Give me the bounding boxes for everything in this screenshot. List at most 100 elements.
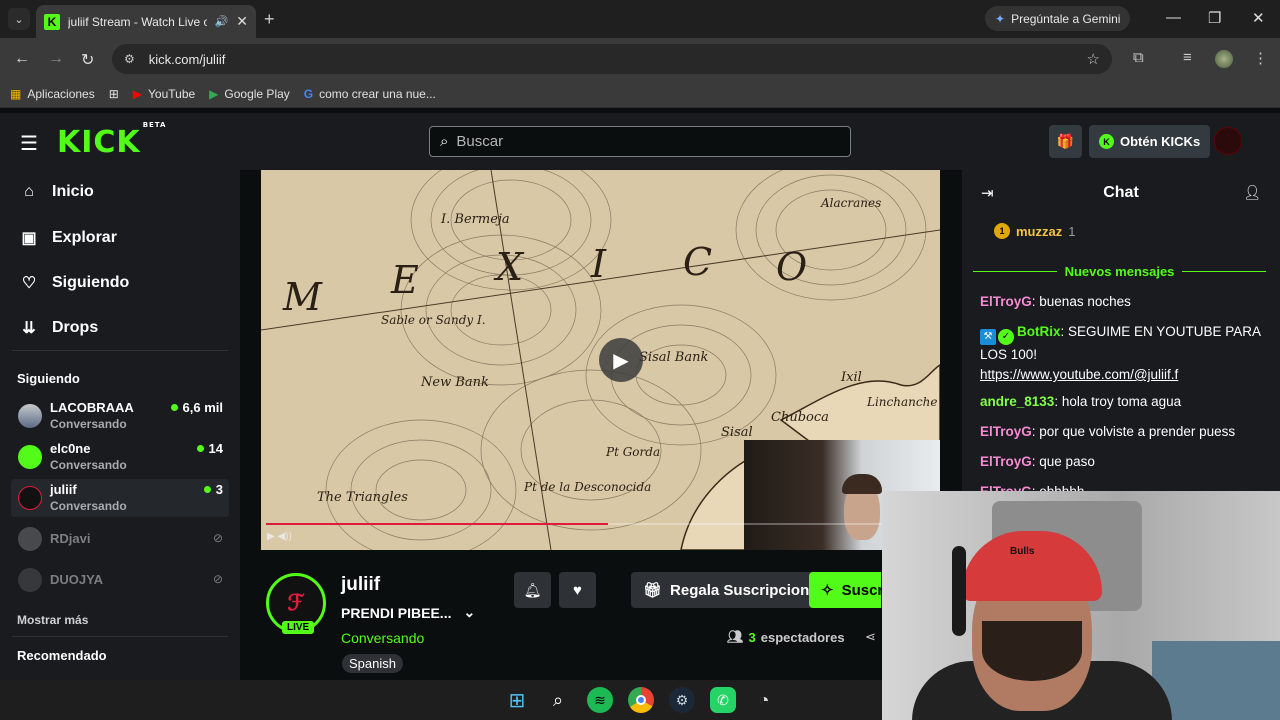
show-more-link[interactable]: Mostrar más	[17, 613, 88, 627]
play-button[interactable]: ▶	[599, 338, 643, 382]
video-controls[interactable]: ▶ ◀))	[267, 531, 292, 542]
url-field[interactable]: ⚙ kick.com/juliif ☆	[112, 44, 1112, 74]
followed-channel[interactable]: DUOJYA ⊘	[11, 561, 229, 599]
search-icon[interactable]: ⌕	[545, 687, 571, 713]
language-tag[interactable]: Spanish	[342, 654, 403, 673]
get-kicks-button[interactable]: K Obtén KICKs	[1089, 125, 1211, 158]
user-avatar[interactable]	[1214, 127, 1242, 155]
avatar	[18, 404, 42, 428]
steam-icon[interactable]: ⚙	[669, 687, 695, 713]
recommended-title: Recomendado	[17, 648, 107, 663]
new-tab-icon[interactable]: +	[264, 9, 275, 30]
followed-channel[interactable]: RDjavi ⊘	[11, 520, 229, 558]
notifications-button[interactable]: 🔔︎	[514, 572, 551, 608]
followed-channel[interactable]: LACOBRAAA Conversando 6,6 mil	[11, 397, 229, 435]
bookmark-star-icon[interactable]: ☆	[1087, 50, 1100, 68]
tab-title: juliif Stream - Watch Live on Kick	[67, 14, 207, 29]
maximize-icon[interactable]: ❐	[1208, 9, 1221, 27]
avatar	[18, 568, 42, 592]
youtube-icon: ▶	[132, 86, 143, 101]
whatsapp-icon[interactable]: ✆	[710, 687, 736, 713]
viewer-count: 3	[215, 482, 223, 497]
stream-category[interactable]: Conversando	[341, 630, 424, 646]
share-icon[interactable]: ⋖	[865, 629, 876, 645]
minimize-icon[interactable]: —	[1166, 9, 1181, 26]
chat-username[interactable]: ElTroyG	[980, 294, 1032, 309]
chat-username[interactable]: ElTroyG	[980, 424, 1032, 439]
map-label: Sisal	[721, 425, 753, 440]
nav-label: Inicio	[52, 183, 94, 200]
follow-button[interactable]: ♥	[559, 572, 596, 608]
window-close-icon[interactable]: ✕	[1252, 9, 1265, 27]
divider	[12, 350, 228, 351]
beta-label: BETA	[142, 121, 167, 129]
hamburger-menu-icon[interactable]: ☰	[20, 131, 38, 156]
tab-close-icon[interactable]: ✕	[236, 13, 248, 30]
map-label: Sisal Bank	[639, 350, 709, 365]
gemini-button[interactable]: ✦ Pregúntale a Gemini	[985, 6, 1131, 31]
chat-username[interactable]: BotRix	[1017, 324, 1061, 339]
chat-message: ElTroyG: buenas noches	[980, 294, 1131, 309]
gifter-name: muzzaz	[1016, 223, 1063, 239]
tab-search-chevron-icon[interactable]: ⌄	[8, 8, 30, 30]
map-label: The Triangles	[317, 490, 408, 505]
site-info-icon[interactable]: ⚙	[124, 52, 135, 66]
top-gifter[interactable]: 1 muzzaz 1	[994, 223, 1075, 239]
media-control-icon[interactable]: ≡	[1183, 49, 1192, 66]
bookmark-apps[interactable]: ▦ Aplicaciones	[10, 87, 95, 101]
profile-avatar[interactable]	[1215, 50, 1233, 68]
map-label: Alacranes	[821, 196, 882, 210]
spotify-icon[interactable]: ≋	[587, 687, 613, 713]
search-input[interactable]	[456, 133, 817, 150]
stream-title-row[interactable]: PRENDI PIBEE... ⌄	[341, 604, 475, 621]
browser-menu-icon[interactable]: ⋮	[1253, 49, 1268, 67]
app-icon[interactable]: ◔	[751, 687, 777, 713]
browser-tab[interactable]: K juliif Stream - Watch Live on Kick 🔊 ✕	[36, 5, 256, 38]
video-player[interactable]: M E X I C O I. Bermeja Alacranes Sable o…	[261, 170, 940, 550]
chevron-down-icon[interactable]: ⌄	[463, 604, 475, 621]
chat-users-icon[interactable]: 👤︎	[1243, 184, 1261, 201]
drops-inventory-button[interactable]: 🎁	[1049, 125, 1082, 158]
live-dot-icon	[170, 404, 178, 411]
search-box[interactable]: ⌕	[429, 126, 851, 157]
bookmark-youtube[interactable]: ▶ YouTube	[133, 87, 195, 101]
sidebar-item-explorar[interactable]: ▣ Explorar	[20, 228, 117, 248]
map-label: X	[496, 245, 524, 289]
following-title: Siguiendo	[17, 371, 80, 386]
extensions-icon[interactable]: ⧉	[1133, 49, 1144, 66]
bookmark-google[interactable]: G como crear una nue...	[304, 87, 436, 101]
channel-name[interactable]: juliif	[341, 574, 380, 596]
windows-taskbar: ⊞ ⌕ ≋ ⚙ ✆ ◔	[0, 680, 882, 720]
kick-logo[interactable]: KICK BETA	[57, 121, 166, 160]
bookmark-tab-groups[interactable]: ⊞	[109, 87, 119, 101]
chat-message: ElTroyG: por que volviste a prender pues…	[980, 424, 1236, 439]
gift-icon: 🎁	[1056, 133, 1075, 149]
chat-username[interactable]: ElTroyG	[980, 454, 1032, 469]
bookmark-google-play[interactable]: ▶ Google Play	[209, 87, 290, 101]
sidebar-item-siguiendo[interactable]: ♡ Siguiendo	[20, 273, 130, 293]
subscribe-button[interactable]: ✧ Suscribirse	[809, 572, 881, 608]
offline-icon: ⊘	[212, 572, 223, 586]
reload-icon[interactable]: ↻	[81, 50, 94, 70]
map-label: C	[683, 240, 713, 284]
followed-channel[interactable]: elc0ne Conversando 14	[11, 438, 229, 476]
chrome-icon[interactable]	[628, 687, 654, 713]
followed-channel[interactable]: juliif Conversando 3	[11, 479, 229, 517]
video-progress-bar[interactable]	[266, 523, 936, 525]
play-icon: ▶	[613, 349, 629, 372]
chat-username[interactable]: andre_8133	[980, 394, 1054, 409]
bot-badge-icon: ⚒	[980, 329, 996, 345]
map-label: Pt de la Desconocida	[524, 480, 652, 494]
channel-name: LACOBRAAA	[50, 400, 134, 415]
windows-start-icon[interactable]: ⊞	[504, 687, 530, 713]
forward-icon[interactable]: →	[48, 50, 64, 68]
sidebar-item-drops[interactable]: ⇊ Drops	[20, 318, 98, 338]
sidebar: ⌂ Inicio ▣ Explorar ♡ Siguiendo ⇊ Drops …	[0, 170, 240, 680]
sidebar-item-inicio[interactable]: ⌂ Inicio	[20, 183, 94, 201]
chat-link[interactable]: https://www.youtube.com/@juliif.f	[980, 367, 1178, 382]
back-icon[interactable]: ←	[14, 50, 30, 68]
nav-label: Explorar	[52, 229, 117, 246]
tab-audio-icon[interactable]: 🔊	[215, 15, 229, 28]
map-label: E	[391, 258, 419, 302]
gift-subs-button[interactable]: 🎁︎ Regala Suscripciones	[631, 572, 838, 608]
